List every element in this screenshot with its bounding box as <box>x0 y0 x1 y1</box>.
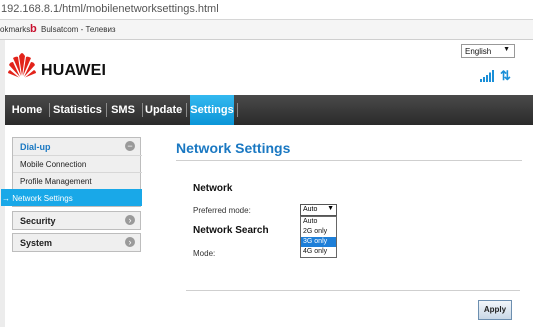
preferred-mode-value: Auto <box>303 206 318 213</box>
preferred-mode-dropdown: Auto 2G only 3G only 4G only <box>300 216 337 258</box>
option-3g-only[interactable]: 3G only <box>301 237 336 247</box>
bookmarks-label[interactable]: okmarks <box>0 25 30 34</box>
mode-label: Mode: <box>193 249 216 258</box>
preferred-mode-select[interactable]: Auto ▼ <box>300 204 337 216</box>
expand-icon[interactable]: › <box>125 237 135 247</box>
bulsatcom-icon: b <box>30 23 37 35</box>
nav-statistics[interactable]: Statistics <box>53 95 102 125</box>
sidebar-item-network-settings[interactable]: → Network Settings <box>1 189 142 206</box>
title-divider <box>176 160 522 161</box>
nav-settings[interactable]: Settings <box>190 95 234 125</box>
chevron-down-icon: ▼ <box>327 205 334 212</box>
sidebar-item-profile-management[interactable]: Profile Management <box>13 172 142 189</box>
bookmarks-bar: okmarks b Bulsatcom - Телевиз <box>0 20 533 40</box>
signal-strength-icon <box>480 70 494 82</box>
address-bar[interactable]: 192.168.8.1/html/mobilenetworksettings.h… <box>0 0 533 20</box>
sidebar-system-header[interactable]: System › <box>13 234 140 252</box>
sidebar-item-label: → Network Settings <box>2 194 73 203</box>
page-title: Network Settings <box>176 140 291 156</box>
nav-divider <box>237 103 238 117</box>
sidebar-security-header[interactable]: Security › <box>13 212 140 230</box>
preferred-mode-label: Preferred mode: <box>193 206 251 215</box>
nav-sms[interactable]: SMS <box>109 95 137 125</box>
chevron-down-icon: ▼ <box>503 46 510 53</box>
sidebar-dialup-title: Dial-up <box>20 142 51 152</box>
bookmark-bulsatcom[interactable]: Bulsatcom - Телевиз <box>41 25 116 34</box>
nav-home[interactable]: Home <box>9 95 45 125</box>
nav-divider <box>186 103 187 117</box>
main-nav: Home Statistics SMS Update Settings <box>5 95 533 125</box>
data-transfer-icon: ⇅ <box>500 68 511 83</box>
nav-divider <box>106 103 107 117</box>
network-heading: Network <box>193 183 233 194</box>
option-auto[interactable]: Auto <box>301 217 336 227</box>
sidebar-group-system[interactable]: System › <box>12 233 141 252</box>
network-search-heading: Network Search <box>193 225 269 236</box>
nav-divider <box>49 103 50 117</box>
sidebar-security-title: Security <box>20 216 56 226</box>
nav-divider <box>142 103 143 117</box>
expand-icon[interactable]: › <box>125 215 135 225</box>
collapse-icon[interactable]: − <box>125 141 135 151</box>
form-divider <box>186 290 520 291</box>
sidebar-dialup-header[interactable]: Dial-up − <box>13 138 140 156</box>
brand-name: HUAWEI <box>41 62 107 79</box>
huawei-logo-icon <box>8 53 36 78</box>
sidebar-item-label: Profile Management <box>20 177 92 186</box>
sidebar-group-security[interactable]: Security › <box>12 211 141 230</box>
language-value: English <box>465 47 492 56</box>
url-text[interactable]: 192.168.8.1/html/mobilenetworksettings.h… <box>1 3 219 15</box>
sidebar-system-title: System <box>20 238 53 248</box>
nav-update[interactable]: Update <box>145 95 182 125</box>
language-select[interactable]: English ▼ <box>461 44 515 58</box>
sidebar-group-dialup: Dial-up − Mobile Connection Profile Mana… <box>1 137 142 207</box>
sidebar-item-mobile-connection[interactable]: Mobile Connection <box>13 155 142 172</box>
sidebar-item-label: Mobile Connection <box>20 160 87 169</box>
apply-button[interactable]: Apply <box>478 300 512 320</box>
option-2g-only[interactable]: 2G only <box>301 227 336 237</box>
option-4g-only[interactable]: 4G only <box>301 247 336 257</box>
